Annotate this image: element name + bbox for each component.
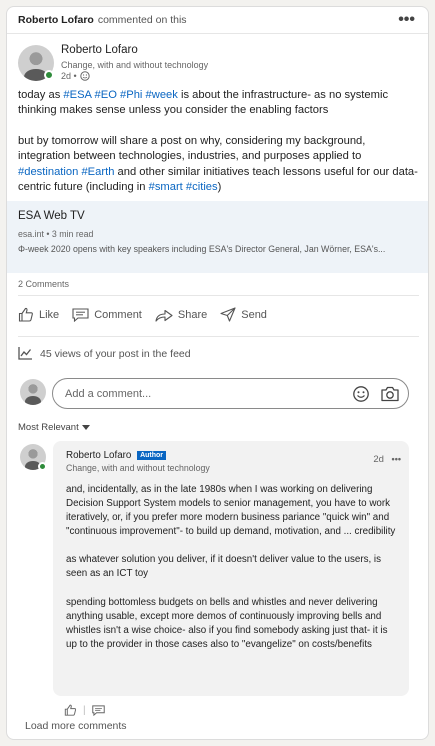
activity-text: commented on this [97, 14, 187, 26]
hashtag-link[interactable]: #ESA [63, 89, 91, 101]
analytics-chart-icon [18, 347, 32, 360]
post-paragraph: today as #ESA #EO #Phi #week is about th… [18, 88, 420, 119]
like-icon [18, 307, 33, 322]
hashtag-link[interactable]: #cities [186, 181, 218, 193]
send-label: Send [241, 308, 267, 321]
send-icon [220, 307, 236, 322]
hashtag-link[interactable]: #destination [18, 166, 78, 178]
comment-placeholder: Add a comment... [65, 387, 152, 400]
reply-paragraph: spending bottomless budgets on bells and… [66, 596, 388, 650]
post-time: 2d • [61, 71, 90, 81]
reply-icon[interactable] [91, 704, 105, 716]
activity-header: Roberto Lofaro commented on this ••• [7, 7, 428, 34]
sort-dropdown[interactable]: Most Relevant [18, 422, 90, 433]
online-status-icon [38, 462, 47, 471]
sort-label: Most Relevant [18, 422, 79, 433]
comment-label: Comment [94, 308, 142, 321]
send-button[interactable]: Send [220, 307, 267, 322]
load-more-comments-button[interactable]: Load more comments [25, 720, 127, 732]
article-description: Φ-week 2020 opens with key speakers incl… [18, 244, 386, 254]
social-actions: Like Comment Share Send [18, 307, 280, 322]
reply-paragraph: as whatever solution you deliver, if it … [66, 554, 381, 580]
article-title[interactable]: ESA Web TV [18, 210, 417, 222]
emoji-icon[interactable] [352, 385, 370, 403]
post-views[interactable]: 45 views of your post in the feed [18, 347, 191, 360]
reply-time: 2d [373, 454, 384, 465]
reply-author-name[interactable]: Roberto Lofaro [66, 450, 131, 461]
camera-icon[interactable] [380, 385, 400, 403]
post-body: today as #ESA #EO #Phi #week is about th… [18, 88, 420, 210]
reply-more-options-icon[interactable]: ••• [392, 454, 401, 464]
caret-down-icon [81, 424, 90, 430]
post-paragraph: but by tomorrow will share a post on why… [18, 134, 420, 196]
share-button[interactable]: Share [155, 308, 207, 322]
post-text-segment: today as [18, 89, 64, 101]
reply-body: and, incidentally, as in the late 1980s … [66, 483, 401, 666]
views-label: 45 views of your post in the feed [40, 347, 191, 360]
post-author-headline: Change, with and without technology [61, 60, 209, 70]
comment-input[interactable]: Add a comment... [52, 378, 409, 409]
post-card: Roberto Lofaro commented on this ••• Rob… [6, 6, 429, 740]
like-button[interactable]: Like [18, 307, 59, 322]
separator: | [83, 704, 86, 716]
like-icon[interactable] [64, 704, 77, 716]
comment-button[interactable]: Comment [72, 307, 142, 322]
reply-author-headline: Change, with and without technology [66, 463, 210, 473]
share-arrow-icon [155, 309, 173, 322]
article-link-card[interactable]: ESA Web TV esa.int • 3 min read Φ-week 2… [7, 201, 428, 273]
post-author-name[interactable]: Roberto Lofaro [61, 44, 138, 56]
reply-author-line: Roberto Lofaro Author [66, 450, 167, 461]
divider [18, 295, 419, 296]
article-domain: esa.int • 3 min read [18, 229, 94, 239]
reply-actions: | [64, 704, 105, 716]
comment-icon [72, 307, 89, 322]
globe-icon [79, 71, 90, 81]
author-badge: Author [137, 451, 167, 460]
comments-count[interactable]: 2 Comments [18, 279, 69, 289]
hashtag-link[interactable]: #EO [95, 89, 117, 101]
hashtag-link[interactable]: #smart [149, 181, 183, 193]
reply-paragraph: and, incidentally, as in the late 1980s … [66, 484, 396, 538]
current-user-avatar[interactable] [20, 379, 46, 405]
online-status-icon [44, 70, 54, 80]
hashtag-link[interactable]: #Earth [81, 166, 114, 178]
hashtag-link[interactable]: #week [146, 89, 178, 101]
post-time-label: 2d • [61, 71, 77, 81]
activity-author[interactable]: Roberto Lofaro [18, 14, 94, 26]
post-text-segment: but by tomorrow will share a post on why… [18, 134, 366, 163]
post-text-segment: ) [217, 181, 222, 194]
share-label: Share [177, 308, 208, 321]
divider [18, 336, 419, 337]
reply-meta: 2d ••• [373, 454, 401, 465]
like-label: Like [39, 308, 60, 321]
comment-bubble: Roberto Lofaro Author Change, with and w… [53, 441, 409, 696]
more-options-icon[interactable]: ••• [398, 11, 415, 29]
hashtag-link[interactable]: #Phi [120, 89, 142, 101]
